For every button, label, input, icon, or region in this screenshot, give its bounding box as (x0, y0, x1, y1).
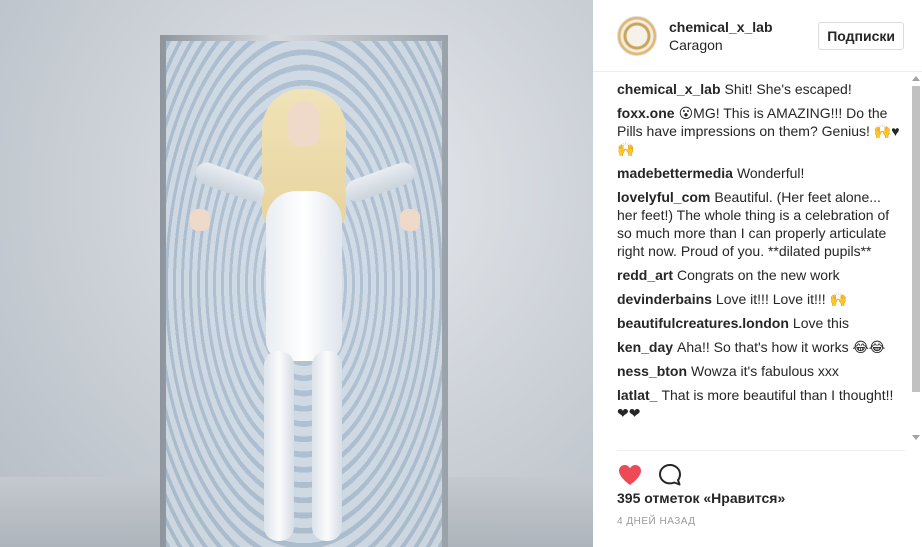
comment-item: lovelyful_com Beautiful. (Her feet alone.… (617, 188, 905, 260)
comment-item: madebettermedia Wonderful! (617, 164, 905, 182)
comment-item: beautifulcreatures.london Love this (617, 314, 905, 332)
comment-username[interactable]: chemical_x_lab (617, 81, 721, 97)
likes-count[interactable]: 395 отметок «Нравится» (617, 490, 785, 506)
comment-username[interactable]: devinderbains (617, 291, 712, 307)
heart-icon[interactable] (617, 462, 643, 488)
comment-text: That is more beautiful than I thought!!❤… (617, 387, 894, 421)
comment-username[interactable]: beautifulcreatures.london (617, 315, 789, 331)
scroll-down-arrow[interactable] (912, 435, 920, 440)
comment-text: Congrats on the new work (677, 267, 840, 283)
figure-face (288, 101, 320, 147)
avatar[interactable] (617, 15, 657, 56)
comment-item: redd_art Congrats on the new work (617, 266, 905, 284)
figure-torso (266, 191, 342, 361)
post-actions (617, 450, 905, 490)
post-location[interactable]: Caragon (669, 36, 818, 54)
comment-item: ken_day Aha!! So that's how it works 😂😂 (617, 338, 905, 356)
comment-item: devinderbains Love it!!! Love it!!! 🙌 (617, 290, 905, 308)
comment-text: Love this (792, 315, 849, 331)
scroll-thumb[interactable] (912, 86, 920, 392)
comment-icon[interactable] (657, 462, 683, 488)
comment-text: Wowza it's fabulous xxx (691, 363, 839, 379)
artwork-frame (160, 35, 448, 547)
figure-right-hand (400, 209, 420, 231)
comment-text: Aha!! So that's how it works 😂😂 (677, 339, 886, 355)
comment-list: chemical_x_lab Shit! She's escaped! foxx.o… (617, 80, 905, 446)
user-block: chemical_x_lab Caragon (669, 18, 818, 54)
comment-username[interactable]: ken_day (617, 339, 673, 355)
figure-left-leg (264, 351, 294, 541)
scroll-up-arrow[interactable] (912, 76, 920, 81)
comment-username[interactable]: ness_bton (617, 363, 687, 379)
post-sidebar: chemical_x_lab Caragon Подписки chemical… (593, 0, 922, 547)
comment-username[interactable]: madebettermedia (617, 165, 733, 181)
post-photo[interactable] (0, 0, 593, 547)
comments-scrollbar[interactable] (910, 72, 922, 444)
comment-item: ness_bton Wowza it's fabulous xxx (617, 362, 905, 380)
post-username[interactable]: chemical_x_lab (669, 18, 818, 36)
figure-left-hand (190, 209, 210, 231)
comment-item: foxx.one 😮MG! This is AMAZING!!! Do the P… (617, 104, 905, 158)
comment-username[interactable]: redd_art (617, 267, 673, 283)
comment-username[interactable]: lovelyful_com (617, 189, 710, 205)
comment-item: chemical_x_lab Shit! She's escaped! (617, 80, 905, 98)
comment-text: Wonderful! (736, 165, 805, 181)
post-timestamp[interactable]: 4 дней назад (617, 516, 696, 527)
comment-text: Love it!!! Love it!!! 🙌 (715, 291, 847, 307)
post-header: chemical_x_lab Caragon Подписки (593, 0, 922, 72)
comment-username[interactable]: foxx.one (617, 105, 675, 121)
comment-text: Shit! She's escaped! (724, 81, 852, 97)
follow-button[interactable]: Подписки (818, 21, 904, 50)
figure-right-leg (312, 351, 342, 541)
comment-item: latlat_ That is more beautiful than I tho… (617, 386, 905, 422)
comment-username[interactable]: latlat_ (617, 387, 657, 403)
